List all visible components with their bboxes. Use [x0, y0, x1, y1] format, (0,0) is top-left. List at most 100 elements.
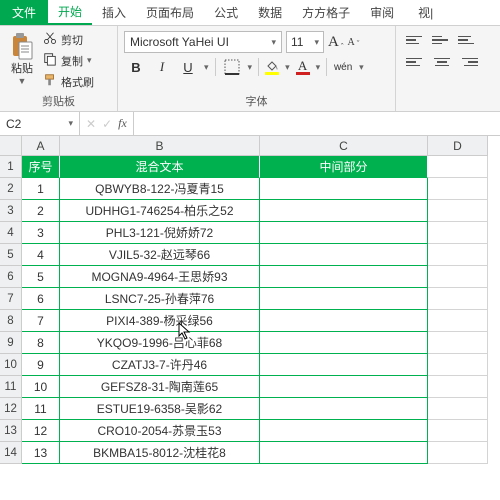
column-header-C[interactable]: C: [260, 136, 428, 156]
paste-button[interactable]: 粘贴 ▼: [6, 28, 38, 91]
tab-data[interactable]: 数据: [248, 0, 292, 25]
table-cell[interactable]: [428, 288, 488, 310]
bold-button[interactable]: B: [126, 57, 146, 77]
table-cell[interactable]: [428, 442, 488, 464]
align-center-button[interactable]: [432, 53, 452, 71]
tab-view[interactable]: 视|: [408, 0, 443, 25]
row-header-9[interactable]: 9: [0, 332, 22, 354]
table-cell[interactable]: YKQO9-1996-吕心菲68: [60, 332, 260, 354]
table-cell[interactable]: 1: [22, 178, 60, 200]
table-cell[interactable]: [428, 354, 488, 376]
table-cell[interactable]: 10: [22, 376, 60, 398]
row-header-5[interactable]: 5: [0, 244, 22, 266]
font-name-select[interactable]: Microsoft YaHei UI ▾: [124, 31, 282, 53]
border-button[interactable]: [222, 57, 242, 77]
font-color-dropdown-icon[interactable]: ▾: [316, 62, 321, 73]
copy-dropdown-icon[interactable]: ▾: [87, 55, 92, 66]
table-cell[interactable]: LSNC7-25-孙春萍76: [60, 288, 260, 310]
table-cell[interactable]: [260, 266, 428, 288]
table-cell[interactable]: [260, 310, 428, 332]
table-cell[interactable]: CRO10-2054-苏景玉53: [60, 420, 260, 442]
table-cell[interactable]: [260, 442, 428, 464]
format-painter-button[interactable]: 格式刷: [40, 72, 97, 91]
row-header-8[interactable]: 8: [0, 310, 22, 332]
table-cell[interactable]: GEFSZ8-31-陶南莲65: [60, 376, 260, 398]
table-cell[interactable]: [428, 178, 488, 200]
align-left-button[interactable]: [406, 53, 426, 71]
table-cell[interactable]: 9: [22, 354, 60, 376]
font-color-button[interactable]: A: [296, 59, 310, 75]
table-cell[interactable]: ESTUE19-6358-吴影62: [60, 398, 260, 420]
select-all-button[interactable]: [0, 136, 22, 156]
table-cell[interactable]: [428, 266, 488, 288]
row-header-12[interactable]: 12: [0, 398, 22, 420]
fx-button[interactable]: fx: [118, 116, 127, 131]
table-cell[interactable]: MOGNA9-4964-王思娇93: [60, 266, 260, 288]
table-cell[interactable]: [428, 376, 488, 398]
table-header-cell[interactable]: [428, 156, 488, 178]
table-cell[interactable]: [428, 222, 488, 244]
column-header-A[interactable]: A: [22, 136, 60, 156]
table-cell[interactable]: 7: [22, 310, 60, 332]
table-cell[interactable]: 13: [22, 442, 60, 464]
tab-insert[interactable]: 插入: [92, 0, 136, 25]
tab-formulas[interactable]: 公式: [204, 0, 248, 25]
phonetic-button[interactable]: wén: [333, 57, 353, 77]
table-cell[interactable]: 6: [22, 288, 60, 310]
row-header-13[interactable]: 13: [0, 420, 22, 442]
paste-dropdown-icon[interactable]: ▼: [18, 76, 27, 86]
decrease-font-button[interactable]: Aˇ: [348, 37, 360, 48]
copy-button[interactable]: 复制 ▾: [40, 51, 97, 70]
table-cell[interactable]: 11: [22, 398, 60, 420]
table-cell[interactable]: [260, 332, 428, 354]
table-cell[interactable]: [428, 332, 488, 354]
table-cell[interactable]: VJIL5-32-赵远琴66: [60, 244, 260, 266]
table-header-cell[interactable]: 中间部分: [260, 156, 428, 178]
row-header-6[interactable]: 6: [0, 266, 22, 288]
align-middle-button[interactable]: [432, 31, 452, 49]
tab-page-layout[interactable]: 页面布局: [136, 0, 204, 25]
table-cell[interactable]: 2: [22, 200, 60, 222]
table-cell[interactable]: [428, 244, 488, 266]
table-cell[interactable]: 4: [22, 244, 60, 266]
align-bottom-button[interactable]: [458, 31, 478, 49]
table-cell[interactable]: [428, 200, 488, 222]
table-cell[interactable]: [260, 244, 428, 266]
column-header-D[interactable]: D: [428, 136, 488, 156]
tab-review[interactable]: 审阅: [360, 0, 404, 25]
table-cell[interactable]: [260, 398, 428, 420]
underline-button[interactable]: U: [178, 57, 198, 77]
border-dropdown-icon[interactable]: ▾: [248, 62, 253, 73]
row-header-7[interactable]: 7: [0, 288, 22, 310]
table-header-cell[interactable]: 序号: [22, 156, 60, 178]
align-top-button[interactable]: [406, 31, 426, 49]
row-header-4[interactable]: 4: [0, 222, 22, 244]
tab-file[interactable]: 文件: [0, 0, 48, 25]
row-header-10[interactable]: 10: [0, 354, 22, 376]
increase-font-button[interactable]: Aˆ: [328, 34, 344, 51]
table-cell[interactable]: [260, 376, 428, 398]
table-cell[interactable]: BKMBA15-8012-沈桂花8: [60, 442, 260, 464]
row-header-11[interactable]: 11: [0, 376, 22, 398]
row-header-1[interactable]: 1: [0, 156, 22, 178]
column-header-B[interactable]: B: [60, 136, 260, 156]
align-right-button[interactable]: [458, 53, 478, 71]
table-header-cell[interactable]: 混合文本: [60, 156, 260, 178]
table-cell[interactable]: 12: [22, 420, 60, 442]
tab-home[interactable]: 开始: [48, 0, 92, 25]
fill-dropdown-icon[interactable]: ▾: [285, 62, 290, 73]
phonetic-dropdown-icon[interactable]: ▾: [359, 62, 364, 73]
table-cell[interactable]: 5: [22, 266, 60, 288]
table-cell[interactable]: PIXI4-389-杨采绿56: [60, 310, 260, 332]
fill-color-button[interactable]: [265, 60, 279, 75]
table-cell[interactable]: [260, 200, 428, 222]
table-cell[interactable]: 3: [22, 222, 60, 244]
tab-square-grid[interactable]: 方方格子: [292, 0, 360, 25]
name-box[interactable]: C2 ▾: [0, 112, 80, 135]
table-cell[interactable]: [428, 420, 488, 442]
table-cell[interactable]: [260, 178, 428, 200]
row-header-3[interactable]: 3: [0, 200, 22, 222]
row-header-2[interactable]: 2: [0, 178, 22, 200]
table-cell[interactable]: [260, 354, 428, 376]
table-cell[interactable]: CZATJ3-7-许丹46: [60, 354, 260, 376]
